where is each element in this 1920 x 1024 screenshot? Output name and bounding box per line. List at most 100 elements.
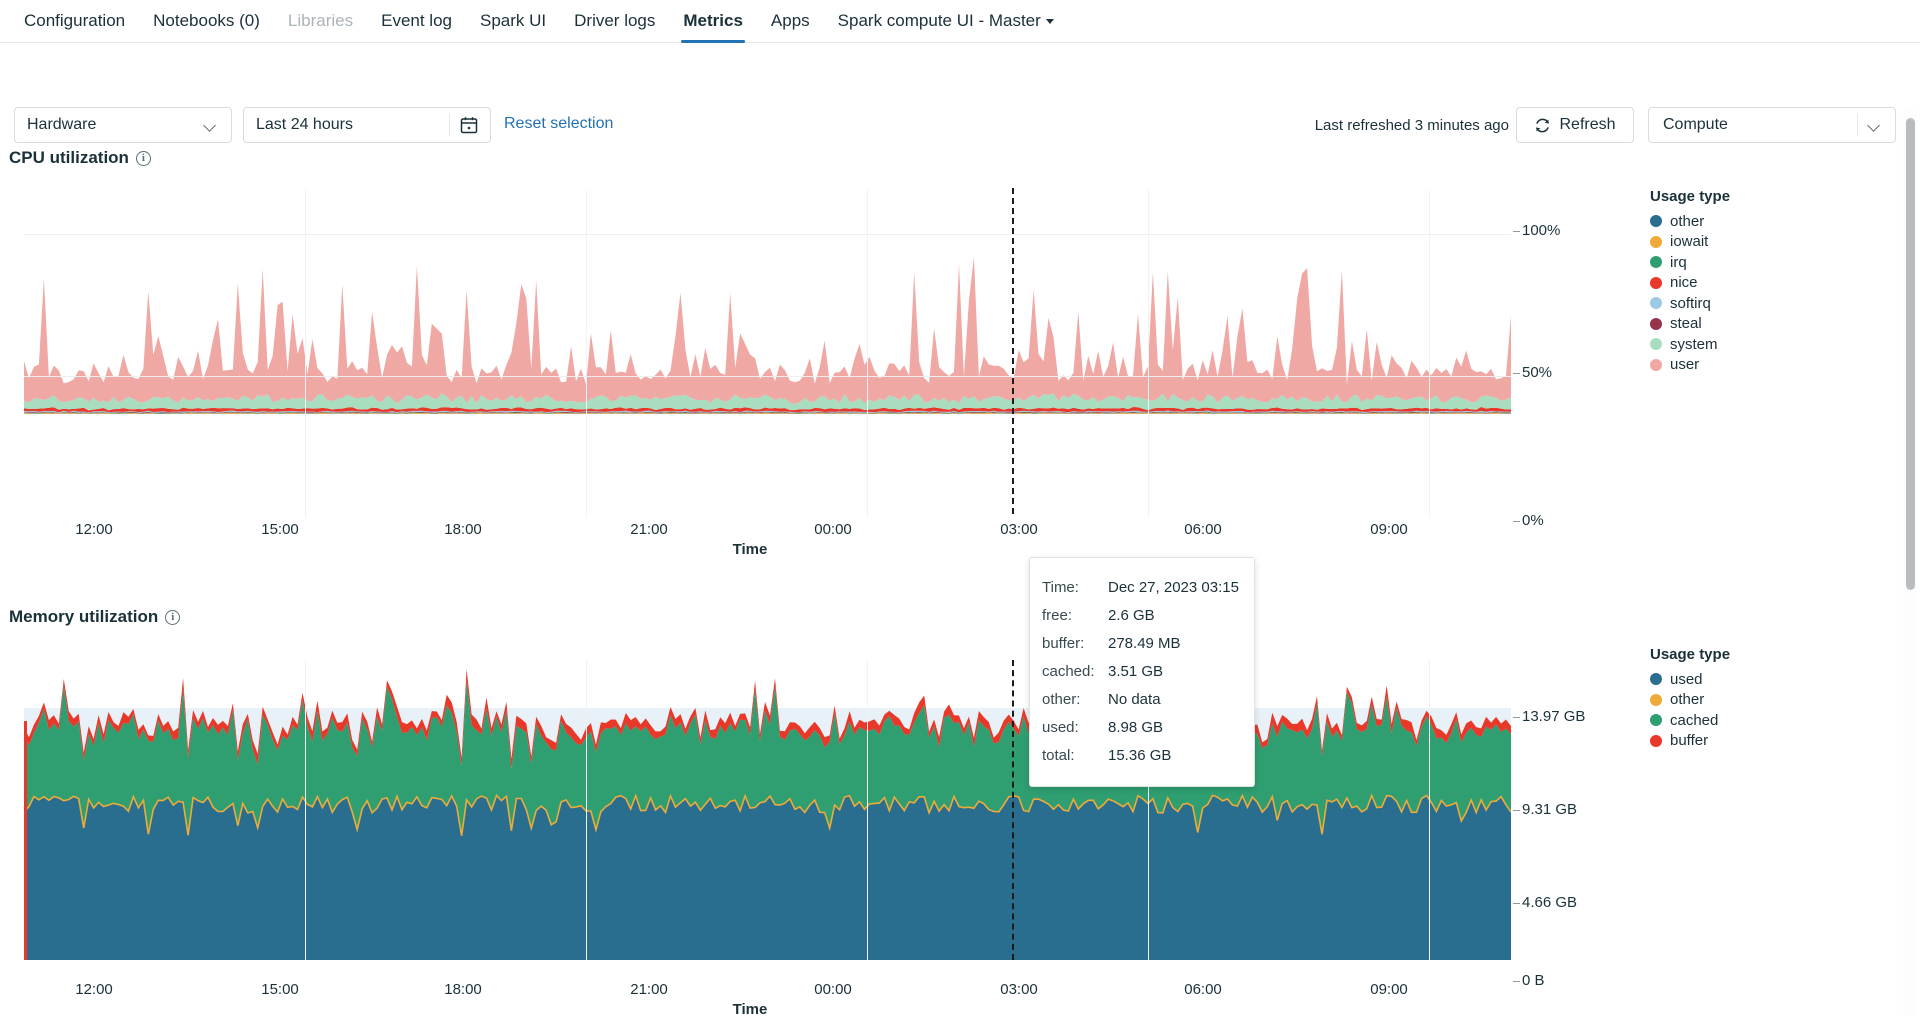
legend-label: user [1670, 356, 1700, 374]
section-title-text: CPU utilization [9, 148, 129, 167]
memory-chart-cursor [1012, 660, 1014, 960]
legend-title: Usage type [1650, 646, 1731, 663]
legend-item[interactable]: other [1650, 690, 1730, 711]
cpu-chart-cursor [1012, 188, 1014, 514]
mem-xtick: 03:00 [1000, 981, 1038, 998]
tab-spark-compute-ui-master[interactable]: Spark compute UI - Master [824, 11, 1068, 42]
mem-xtick: 15:00 [261, 981, 299, 998]
mem-xtick: 21:00 [630, 981, 668, 998]
legend-title: Usage type [1650, 188, 1731, 205]
chart-tooltip: Time: Dec 27, 2023 03:15 free: 2.6 GB buff… [1029, 557, 1255, 787]
legend-item[interactable]: steal [1650, 314, 1730, 335]
compute-select[interactable]: Compute [1648, 107, 1896, 143]
cpu-xtick: 12:00 [75, 521, 113, 538]
legend-label: irq [1670, 253, 1687, 271]
legend-label: steal [1670, 315, 1702, 333]
tooltip-key: total: [1042, 747, 1075, 764]
cpu-ytick: 100% [1512, 222, 1561, 239]
legend-item[interactable]: iowait [1650, 232, 1730, 253]
tab-label: Apps [770, 11, 810, 30]
tooltip-value: 8.98 GB [1108, 719, 1164, 736]
info-icon[interactable]: i [135, 150, 151, 166]
chevron-down-icon [204, 119, 217, 132]
cpu-xaxis-label: Time [732, 541, 768, 558]
legend-swatch [1650, 693, 1662, 706]
legend-item[interactable]: user [1650, 355, 1730, 376]
info-icon[interactable]: i [165, 609, 181, 625]
legend-label: used [1670, 670, 1703, 688]
cpu-xtick: 00:00 [814, 521, 852, 538]
cluster-tab-bar: Configuration Notebooks (0) Libraries Ev… [0, 0, 1920, 43]
tab-driver-logs[interactable]: Driver logs [560, 11, 669, 42]
mem-xtick: 06:00 [1184, 981, 1222, 998]
mem-ytick: 13.97 GB [1512, 708, 1586, 725]
page-scrollbar-thumb[interactable] [1906, 118, 1915, 590]
tooltip-row: free: 2.6 GB [1042, 602, 1236, 630]
legend-label: other [1670, 212, 1705, 230]
memory-utilization-heading: Memory utilization i [9, 607, 181, 627]
legend-item[interactable]: system [1650, 334, 1730, 355]
mem-xaxis-label: Time [732, 1001, 768, 1018]
calendar-icon[interactable] [460, 116, 478, 134]
legend-item[interactable]: irq [1650, 252, 1730, 273]
tooltip-value: 15.36 GB [1108, 747, 1172, 764]
tab-event-log[interactable]: Event log [367, 11, 466, 42]
tab-spark-ui[interactable]: Spark UI [466, 11, 560, 42]
mem-xtick: 09:00 [1370, 981, 1408, 998]
memory-area-series [24, 669, 1511, 960]
legend-swatch [1650, 276, 1662, 289]
refresh-icon [1534, 117, 1551, 134]
hardware-metric-select[interactable]: Hardware [14, 107, 232, 143]
cpu-xtick: 06:00 [1184, 521, 1222, 538]
legend-label: buffer [1670, 732, 1709, 750]
tooltip-row: Time: Dec 27, 2023 03:15 [1042, 574, 1239, 602]
time-range-select[interactable]: Last 24 hours [243, 107, 491, 143]
tab-label: Event log [381, 11, 452, 30]
chevron-down-icon [1868, 119, 1881, 132]
tooltip-value: 278.49 MB [1108, 635, 1181, 652]
legend-item[interactable]: nice [1650, 273, 1730, 294]
tooltip-value: Dec 27, 2023 03:15 [1108, 579, 1239, 596]
cpu-utilization-chart[interactable] [24, 190, 1511, 518]
mem-ytick: 0 B [1513, 972, 1545, 989]
tooltip-key: used: [1042, 719, 1079, 736]
tab-notebooks[interactable]: Notebooks (0) [139, 11, 274, 42]
tooltip-row: other: No data [1042, 686, 1236, 714]
cpu-xtick: 09:00 [1370, 521, 1408, 538]
legend-swatch [1650, 734, 1662, 747]
memory-utilization-chart[interactable] [24, 660, 1511, 960]
cpu-xtick: 21:00 [630, 521, 668, 538]
cpu-xtick: 03:00 [1000, 521, 1038, 538]
tab-apps[interactable]: Apps [757, 11, 824, 42]
tab-label: Driver logs [574, 11, 656, 30]
legend-swatch [1650, 358, 1662, 371]
compute-select-value: Compute [1663, 116, 1728, 133]
refresh-button[interactable]: Refresh [1516, 107, 1634, 143]
legend-item[interactable]: buffer [1650, 731, 1730, 752]
legend-item[interactable]: other [1650, 211, 1730, 232]
legend-label: nice [1670, 274, 1698, 292]
reset-selection-link[interactable]: Reset selection [504, 115, 613, 133]
tooltip-value: 2.6 GB [1108, 607, 1155, 624]
tab-configuration[interactable]: Configuration [10, 11, 139, 42]
divider [1857, 114, 1858, 136]
cpu-chart-legend: Usage type other iowait irq nice softirq… [1650, 188, 1730, 375]
legend-item[interactable]: cached [1650, 710, 1730, 731]
mem-xtick: 00:00 [814, 981, 852, 998]
legend-swatch [1650, 714, 1662, 727]
mem-xtick: 12:00 [75, 981, 113, 998]
cpu-xtick: 15:00 [261, 521, 299, 538]
tab-metrics[interactable]: Metrics [669, 11, 757, 43]
tooltip-row: buffer: 278.49 MB [1042, 630, 1236, 658]
divider [449, 114, 450, 136]
legend-label: softirq [1670, 294, 1711, 312]
memory-chart-legend: Usage type used other cached buffer [1650, 646, 1730, 751]
mem-xtick: 18:00 [444, 981, 482, 998]
hardware-select-value: Hardware [27, 116, 97, 133]
legend-swatch [1650, 256, 1662, 269]
section-title-text: Memory utilization [9, 607, 159, 626]
time-range-value: Last 24 hours [256, 116, 353, 133]
legend-item[interactable]: softirq [1650, 293, 1730, 314]
legend-item[interactable]: used [1650, 669, 1730, 690]
cpu-ytick: 50% [1512, 364, 1553, 381]
